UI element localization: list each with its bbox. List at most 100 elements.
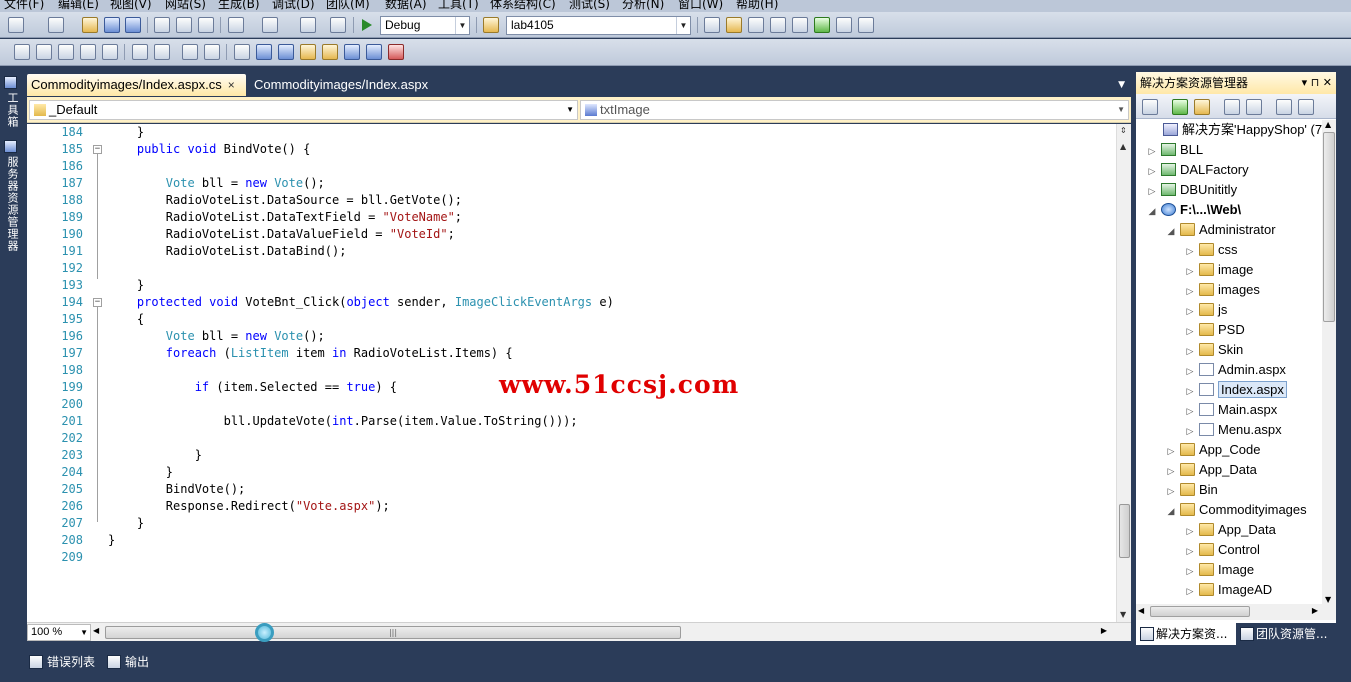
expand-icon[interactable]: ▷	[1184, 261, 1196, 281]
expand-icon[interactable]: ▷	[1184, 401, 1196, 421]
tree-node[interactable]: ▷ DALFactory	[1146, 160, 1249, 180]
collapse-icon[interactable]: −	[93, 145, 102, 154]
uncomment-lines-icon[interactable]	[154, 44, 170, 60]
previous-bookmark-icon[interactable]	[256, 44, 272, 60]
object-browser-icon[interactable]	[770, 17, 786, 33]
menu-item[interactable]: 分析(N)	[622, 0, 664, 12]
expand-icon[interactable]: ▷	[1165, 481, 1177, 501]
chevron-right-icon[interactable]: ▶	[1312, 606, 1318, 615]
menu-item[interactable]: 工具(T)	[438, 0, 479, 12]
refresh-icon[interactable]	[1172, 99, 1188, 115]
menu-item[interactable]: 团队(M)	[326, 0, 370, 12]
menu-item[interactable]: 视图(V)	[110, 0, 152, 12]
tree-node[interactable]: ▷ image	[1184, 260, 1254, 281]
menu-item[interactable]: 帮助(H)	[736, 0, 778, 12]
chevron-down-icon[interactable]: ▼	[1120, 610, 1126, 619]
editor-horizontal-scrollbar[interactable]: 100 % ▼ ◀ ||| ▶	[27, 622, 1131, 642]
server-explorer-tab[interactable]: 服务器资源管理器	[2, 156, 20, 252]
collapse-icon[interactable]: ◢	[1165, 501, 1177, 521]
chevron-up-icon[interactable]: ▲	[1325, 120, 1331, 129]
expand-icon[interactable]: ▷	[1165, 441, 1177, 461]
extension-manager-icon[interactable]	[836, 17, 852, 33]
tree-node[interactable]: ▷ Skin	[1184, 340, 1244, 360]
open-file-icon[interactable]	[82, 17, 98, 33]
expand-icon[interactable]: ▷	[1184, 321, 1196, 341]
scroll-thumb[interactable]	[1150, 606, 1250, 617]
navigate-backward-icon[interactable]	[300, 17, 316, 33]
display-word-completion-icon[interactable]	[80, 44, 96, 60]
display-object-member-list-icon[interactable]	[14, 44, 30, 60]
tree-node[interactable]: ▷ Menu.aspx	[1184, 420, 1282, 440]
menu-item[interactable]: 调试(D)	[272, 0, 315, 12]
scroll-thumb[interactable]	[1119, 504, 1130, 558]
solution-explorer-icon[interactable]	[726, 17, 742, 33]
comment-lines-icon[interactable]	[132, 44, 148, 60]
redo-icon[interactable]	[262, 17, 278, 33]
expand-icon[interactable]: ▷	[1184, 361, 1196, 381]
tree-node[interactable]: ▷ DBUnititly	[1146, 180, 1238, 200]
expand-icon[interactable]: ▷	[1184, 421, 1196, 441]
expand-icon[interactable]: ▷	[1184, 581, 1196, 601]
menu-item[interactable]: 数据(A)	[385, 0, 427, 12]
toolbox-icon[interactable]	[792, 17, 808, 33]
format-icon[interactable]	[204, 44, 220, 60]
expand-icon[interactable]: ▷	[1184, 381, 1196, 401]
menu-item[interactable]: 测试(S)	[569, 0, 610, 12]
tree-node[interactable]: 解决方案'HappyShop' (7 个	[1148, 120, 1322, 140]
start-debugging-icon[interactable]	[362, 19, 372, 31]
menu-item[interactable]: 体系结构(C)	[490, 0, 556, 12]
expand-icon[interactable]: ▷	[1165, 461, 1177, 481]
tab-output[interactable]: 输出	[107, 652, 149, 672]
tab-team-explorer[interactable]: 团队资源管...	[1236, 623, 1336, 645]
expand-icon[interactable]: ▷	[1146, 141, 1158, 161]
member-combo[interactable]: txtImage ▼	[580, 100, 1129, 120]
tab-solution-explorer[interactable]: 解决方案资...	[1136, 623, 1236, 645]
tab-index-aspx-cs[interactable]: Commodityimages/Index.aspx.cs ×	[27, 74, 246, 96]
start-page-icon[interactable]	[814, 17, 830, 33]
class-combo[interactable]: _Default ▼	[29, 100, 578, 120]
code-editor[interactable]: 184 } 185 public void BindVote() {−186 187…	[27, 124, 1131, 622]
solution-vertical-scrollbar[interactable]: ▲ ▼	[1322, 120, 1336, 604]
editor-vertical-scrollbar[interactable]: ⇕ ▲ ▼	[1116, 124, 1131, 622]
toolbox-icon[interactable]	[4, 76, 17, 89]
tree-node[interactable]: ▷ Bin	[1165, 480, 1218, 500]
expand-icon[interactable]: ▷	[1184, 561, 1196, 581]
find-combo[interactable]: lab4105 ▼	[506, 16, 691, 35]
command-window-icon[interactable]	[858, 17, 874, 33]
zoom-combo[interactable]: 100 % ▼	[27, 624, 91, 641]
display-quick-info-icon[interactable]	[58, 44, 74, 60]
bookmark-icon[interactable]	[234, 44, 250, 60]
cut-icon[interactable]	[154, 17, 170, 33]
tree-node[interactable]: ◢ Commodityimages	[1165, 500, 1307, 520]
toolbox-tab[interactable]: 工具箱	[2, 92, 20, 128]
tree-node[interactable]: ▷ ImageAD	[1184, 580, 1273, 601]
collapse-icon[interactable]: ◢	[1146, 201, 1158, 221]
view-code-icon[interactable]	[1224, 99, 1240, 115]
split-icon[interactable]: ⇕	[1120, 126, 1127, 135]
tree-node[interactable]: ◢ F:\...\Web\	[1146, 200, 1242, 221]
copy-icon[interactable]	[176, 17, 192, 33]
decrease-indent-icon[interactable]	[102, 44, 118, 60]
expand-icon[interactable]: ▷	[1184, 281, 1196, 301]
tree-node[interactable]: ▷ Index.aspx	[1184, 380, 1287, 400]
tree-node[interactable]: ▷ css	[1184, 240, 1238, 260]
find-icon[interactable]	[704, 17, 720, 33]
next-bookmark-folder-icon[interactable]	[322, 44, 338, 60]
tree-node[interactable]: ▷ Admin.aspx	[1184, 360, 1286, 380]
previous-bookmark-folder-icon[interactable]	[300, 44, 316, 60]
collapse-icon[interactable]: ◢	[1165, 221, 1177, 241]
find-in-files-icon[interactable]	[483, 17, 499, 33]
save-all-icon[interactable]	[125, 17, 141, 33]
paste-icon[interactable]	[198, 17, 214, 33]
tree-node[interactable]: ▷ Main.aspx	[1184, 400, 1278, 421]
expand-icon[interactable]: ▷	[1184, 301, 1196, 321]
tree-node[interactable]: ▷ App_Code	[1165, 440, 1261, 461]
tab-error-list[interactable]: 错误列表	[29, 652, 95, 672]
clear-bookmarks-icon[interactable]	[388, 44, 404, 60]
copy-website-icon[interactable]	[1276, 99, 1292, 115]
new-project-icon[interactable]	[8, 17, 24, 33]
add-item-icon[interactable]	[48, 17, 64, 33]
solution-config-combo[interactable]: Debug ▼	[380, 16, 470, 35]
server-explorer-icon[interactable]	[4, 140, 17, 153]
chevron-left-icon[interactable]: ◀	[1138, 606, 1144, 615]
